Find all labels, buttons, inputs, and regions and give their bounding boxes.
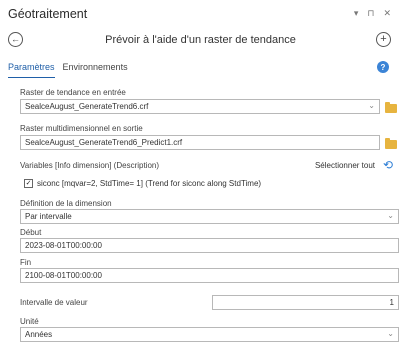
pane-controls: ▾ ⊓ ✕ <box>354 8 391 19</box>
pin-icon[interactable]: ⊓ <box>367 8 374 19</box>
input-raster-label: Raster de tendance en entrée <box>20 88 126 97</box>
tab-parameters[interactable]: Paramètres <box>8 62 55 78</box>
tab-environments[interactable]: Environnements <box>63 62 128 78</box>
chevron-down-icon[interactable]: ⌄ <box>387 329 394 338</box>
variables-label: Variables [Info dimension] (Description) <box>20 161 160 170</box>
chevron-down-icon[interactable]: ⌄ <box>368 101 375 110</box>
browse-folder-icon[interactable] <box>385 102 397 113</box>
output-raster-field[interactable]: SealceAugust_GenerateTrend6_Predict1.crf <box>20 135 380 150</box>
input-raster-value: SealceAugust_GenerateTrend6.crf <box>25 102 149 111</box>
unit-select[interactable]: Années ⌄ <box>20 327 399 342</box>
plus-icon[interactable]: + <box>376 32 391 47</box>
input-raster-field[interactable]: SealceAugust_GenerateTrend6.crf ⌄ <box>20 99 380 114</box>
tool-title: Prévoir à l'aide d'un raster de tendance <box>105 34 296 46</box>
end-value: 2100-08-01T00:00:00 <box>25 271 102 280</box>
tool-header: ← Prévoir à l'aide d'un raster de tendan… <box>0 30 401 52</box>
start-field[interactable]: 2023-08-01T00:00:00 <box>20 238 399 253</box>
browse-folder-icon[interactable] <box>385 138 397 149</box>
variable-item-label: siconc [mqvar=2, StdTime= 1] (Trend for … <box>37 179 262 188</box>
interval-label: Intervalle de valeur <box>20 298 88 307</box>
variable-checkbox[interactable]: ✓ <box>24 179 33 188</box>
pane-title: Géotraitement <box>8 7 88 21</box>
dimension-definition-label: Définition de la dimension <box>20 199 112 208</box>
refresh-icon[interactable]: ⟲ <box>383 158 393 172</box>
end-label: Fin <box>20 258 32 267</box>
dimension-definition-select[interactable]: Par intervalle ⌄ <box>20 209 399 224</box>
tool-tabs: Paramètres Environnements <box>8 62 128 78</box>
pane-titlebar: Géotraitement ▾ ⊓ ✕ <box>0 0 401 28</box>
end-field[interactable]: 2100-08-01T00:00:00 <box>20 268 399 283</box>
select-all-button[interactable]: Sélectionner tout <box>315 161 375 170</box>
start-label: Début <box>20 228 42 237</box>
close-icon[interactable]: ✕ <box>383 8 391 19</box>
start-value: 2023-08-01T00:00:00 <box>25 241 102 250</box>
unit-label: Unité <box>20 317 39 326</box>
output-raster-label: Raster multidimensionnel en sortie <box>20 124 143 133</box>
unit-value: Années <box>25 330 53 339</box>
chevron-down-icon[interactable]: ⌄ <box>387 211 394 220</box>
dimension-definition-value: Par intervalle <box>25 212 72 221</box>
pane-options-icon[interactable]: ▾ <box>354 8 359 19</box>
help-icon[interactable]: ? <box>377 61 389 73</box>
output-raster-value: SealceAugust_GenerateTrend6_Predict1.crf <box>25 138 183 147</box>
interval-field[interactable]: 1 <box>212 295 399 310</box>
